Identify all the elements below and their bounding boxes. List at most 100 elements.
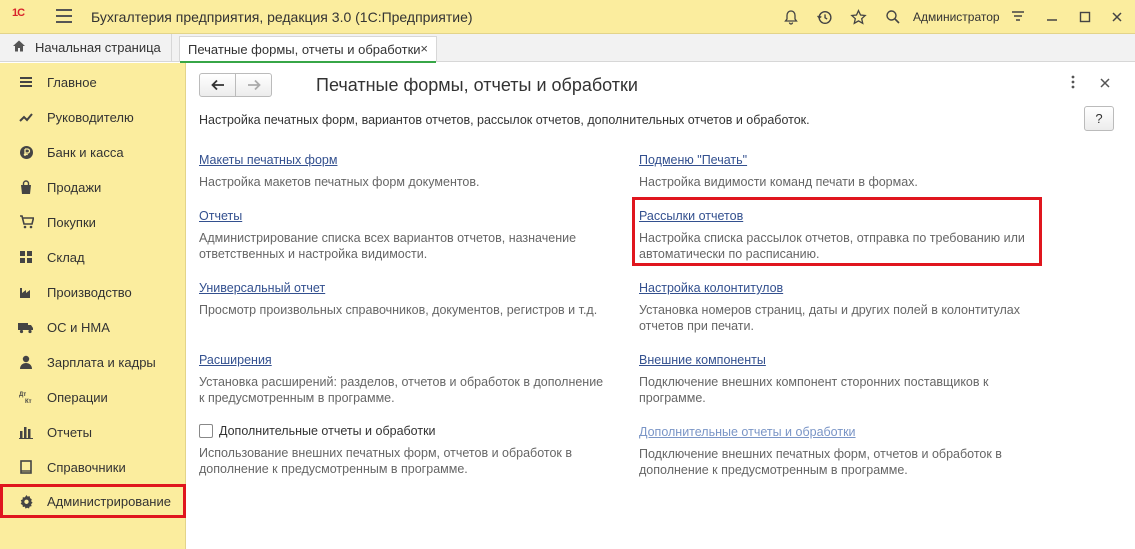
sidebar-item-label: Справочники	[47, 459, 126, 475]
additional-reports-link[interactable]: Дополнительные отчеты и обработки	[639, 425, 856, 439]
menu-icon	[18, 74, 34, 90]
external-components-link[interactable]: Внешние компоненты	[639, 353, 766, 367]
svg-text:Кт: Кт	[25, 399, 32, 404]
ruble-icon	[18, 144, 34, 160]
print-templates-link[interactable]: Макеты печатных форм	[199, 153, 337, 167]
dt-kt-icon: Дт Кт	[18, 389, 34, 405]
sidebar-item-label: Отчеты	[47, 424, 92, 440]
warehouse-icon	[18, 249, 34, 265]
minimize-icon[interactable]	[1042, 7, 1062, 27]
reports-link[interactable]: Отчеты	[199, 209, 242, 223]
item-description: Установка номеров страниц, даты и других…	[639, 303, 1020, 333]
sidebar-item-label: Операции	[47, 389, 108, 405]
tab-print-forms[interactable]: Печатные формы, отчеты и обработки ×	[179, 36, 437, 63]
maximize-icon[interactable]	[1075, 7, 1095, 27]
sidebar-item-label: ОС и НМА	[47, 319, 110, 335]
star-icon[interactable]	[848, 7, 868, 27]
universal-report-link[interactable]: Универсальный отчет	[199, 281, 325, 295]
extensions-link[interactable]: Расширения	[199, 353, 272, 367]
app-title: Бухгалтерия предприятия, редакция 3.0 (1…	[91, 9, 473, 25]
sidebar-item-production[interactable]: Производство	[0, 275, 186, 309]
history-icon[interactable]	[814, 7, 834, 27]
truck-icon	[18, 319, 34, 335]
tab-home[interactable]: Начальная страница	[0, 34, 172, 61]
svg-text:Дт: Дт	[19, 392, 26, 398]
gear-icon	[18, 493, 34, 509]
close-form-icon[interactable]	[1100, 75, 1110, 92]
additional-reports-checkbox[interactable]	[199, 424, 213, 438]
tab-home-label: Начальная страница	[35, 40, 161, 55]
sections-panel: Главное Руководителю Банк и касса Продаж…	[0, 63, 186, 549]
list-item: Настройка колонтитулов Установка номеров…	[639, 280, 1049, 334]
sidebar-item-label: Главное	[47, 74, 97, 90]
form-description: Настройка печатных форм, вариантов отчет…	[199, 113, 810, 127]
list-item: Расширения Установка расширений: раздело…	[199, 352, 609, 406]
sidebar-item-label: Зарплата и кадры	[47, 354, 156, 370]
forward-arrow-icon[interactable]	[235, 74, 271, 96]
sidebar-item-label: Руководителю	[47, 109, 134, 125]
search-icon[interactable]	[883, 7, 903, 27]
item-description: Настройка макетов печатных форм документ…	[199, 175, 480, 189]
back-arrow-icon[interactable]	[200, 74, 235, 96]
more-vertical-icon[interactable]	[1071, 75, 1075, 93]
bag-icon	[18, 179, 34, 195]
sidebar-item-warehouse[interactable]: Склад	[0, 240, 186, 274]
sidebar-item-catalogs[interactable]: Справочники	[0, 450, 186, 484]
sidebar-item-purchases[interactable]: Покупки	[0, 205, 186, 239]
home-icon	[12, 39, 26, 56]
sidebar-item-label: Администрирование	[47, 493, 171, 509]
trend-icon	[18, 109, 34, 125]
tab-close-icon[interactable]: ×	[420, 41, 428, 56]
app-logo[interactable]: 1С	[12, 7, 25, 25]
close-window-icon[interactable]	[1107, 7, 1127, 27]
history-nav	[199, 73, 272, 97]
sidebar-item-operations[interactable]: Дт Кт Операции	[0, 380, 186, 414]
sidebar-item-sales[interactable]: Продажи	[0, 170, 186, 204]
title-bar: 1С Бухгалтерия предприятия, редакция 3.0…	[0, 0, 1135, 34]
bell-icon[interactable]	[781, 7, 801, 27]
item-description: Подключение внешних компонент сторонних …	[639, 375, 989, 405]
cart-icon	[18, 214, 34, 230]
list-item: Внешние компоненты Подключение внешних к…	[639, 352, 1049, 406]
main-menu-icon[interactable]	[56, 9, 72, 23]
list-item: Подменю "Печать" Настройка видимости ком…	[639, 152, 1049, 190]
headers-footers-link[interactable]: Настройка колонтитулов	[639, 281, 783, 295]
sidebar-item-label: Производство	[47, 284, 132, 300]
list-item: Дополнительные отчеты и обработки Подклю…	[639, 424, 1049, 478]
list-item: Универсальный отчет Просмотр произвольны…	[199, 280, 609, 318]
item-description: Подключение внешних печатных форм, отчет…	[639, 447, 1002, 477]
bar-chart-icon	[18, 424, 34, 440]
item-description: Администрирование списка всех вариантов …	[199, 231, 577, 261]
checkbox-label[interactable]: Дополнительные отчеты и обработки	[219, 424, 436, 438]
sidebar-item-label: Банк и касса	[47, 144, 124, 160]
tab-bar: Начальная страница Печатные формы, отчет…	[0, 34, 1135, 63]
sidebar-item-label: Склад	[47, 249, 85, 265]
settings-menu-icon[interactable]	[1008, 7, 1028, 27]
sidebar-item-bank[interactable]: Банк и касса	[0, 135, 186, 169]
help-button[interactable]: ?	[1084, 106, 1114, 131]
list-item: Дополнительные отчеты и обработки Исполь…	[199, 424, 609, 477]
person-icon	[18, 354, 34, 370]
list-item: Отчеты Администрирование списка всех вар…	[199, 208, 609, 262]
tab-print-forms-label: Печатные формы, отчеты и обработки	[188, 42, 421, 57]
sidebar-item-main[interactable]: Главное	[0, 65, 186, 99]
item-description: Настройка видимости команд печати в форм…	[639, 175, 918, 189]
item-description: Установка расширений: разделов, отчетов …	[199, 375, 604, 405]
print-submenu-link[interactable]: Подменю "Печать"	[639, 153, 747, 167]
sidebar-item-label: Продажи	[47, 179, 102, 195]
sidebar-item-fixed-assets[interactable]: ОС и НМА	[0, 310, 186, 344]
additional-reports-checkbox-row[interactable]: Дополнительные отчеты и обработки	[199, 424, 609, 438]
sidebar-item-reports[interactable]: Отчеты	[0, 415, 186, 449]
sidebar-item-salary[interactable]: Зарплата и кадры	[0, 345, 186, 379]
factory-icon	[18, 284, 34, 300]
item-description: Просмотр произвольных справочников, доку…	[199, 303, 598, 317]
list-item: Макеты печатных форм Настройка макетов п…	[199, 152, 609, 190]
item-description: Использование внешних печатных форм, отч…	[199, 446, 573, 476]
book-icon	[18, 459, 34, 475]
form-area: Печатные формы, отчеты и обработки Настр…	[187, 63, 1135, 549]
sidebar-item-administration[interactable]: Администрирование	[0, 484, 186, 518]
user-name[interactable]: Администратор	[913, 10, 1000, 24]
highlight-frame	[632, 197, 1042, 266]
sidebar-item-director[interactable]: Руководителю	[0, 100, 186, 134]
page-title: Печатные формы, отчеты и обработки	[316, 75, 638, 95]
